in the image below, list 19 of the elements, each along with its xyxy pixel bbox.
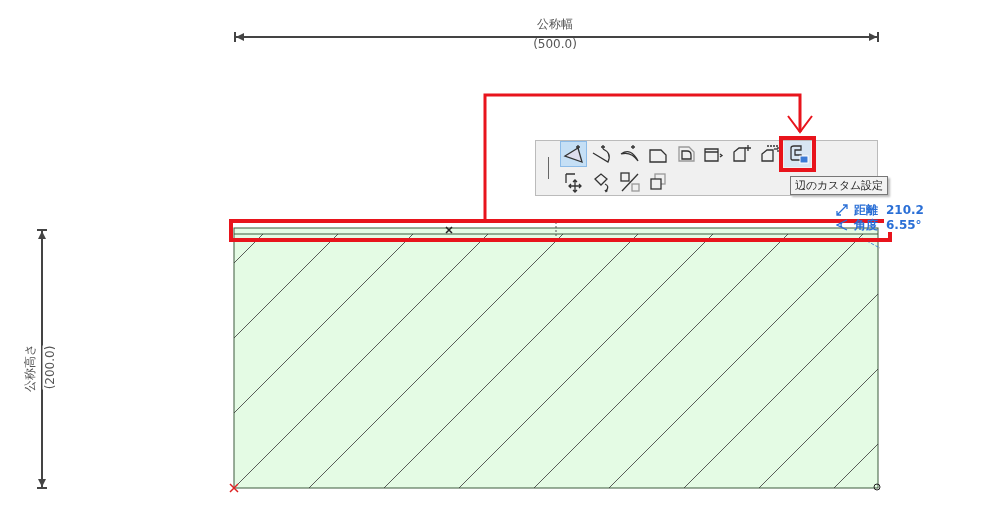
corner-marker-icon xyxy=(229,483,239,493)
tracker-label: 距離 xyxy=(854,203,878,217)
add-shape-icon xyxy=(730,143,753,165)
midpoint-marker-icon xyxy=(445,226,453,234)
triangle-icon xyxy=(562,143,585,165)
dimension-value: (200.0) xyxy=(42,345,58,390)
dimension-label: 公称高さ xyxy=(22,343,38,392)
arc-icon xyxy=(590,143,613,165)
subtract-shape-icon xyxy=(758,143,781,165)
tooltip: 辺のカスタム設定 xyxy=(790,176,888,195)
mirror-icon xyxy=(618,171,641,193)
angle-icon xyxy=(836,219,848,231)
tracker-value: 6.55° xyxy=(884,218,924,232)
tool-button[interactable] xyxy=(560,141,587,167)
dimension-value: (500.0) xyxy=(533,37,577,52)
dimension-label: 公称幅 xyxy=(537,17,573,32)
tracker-value: 210.2 xyxy=(884,203,926,217)
corner-marker-icon xyxy=(873,483,881,491)
distance-icon xyxy=(836,204,848,216)
